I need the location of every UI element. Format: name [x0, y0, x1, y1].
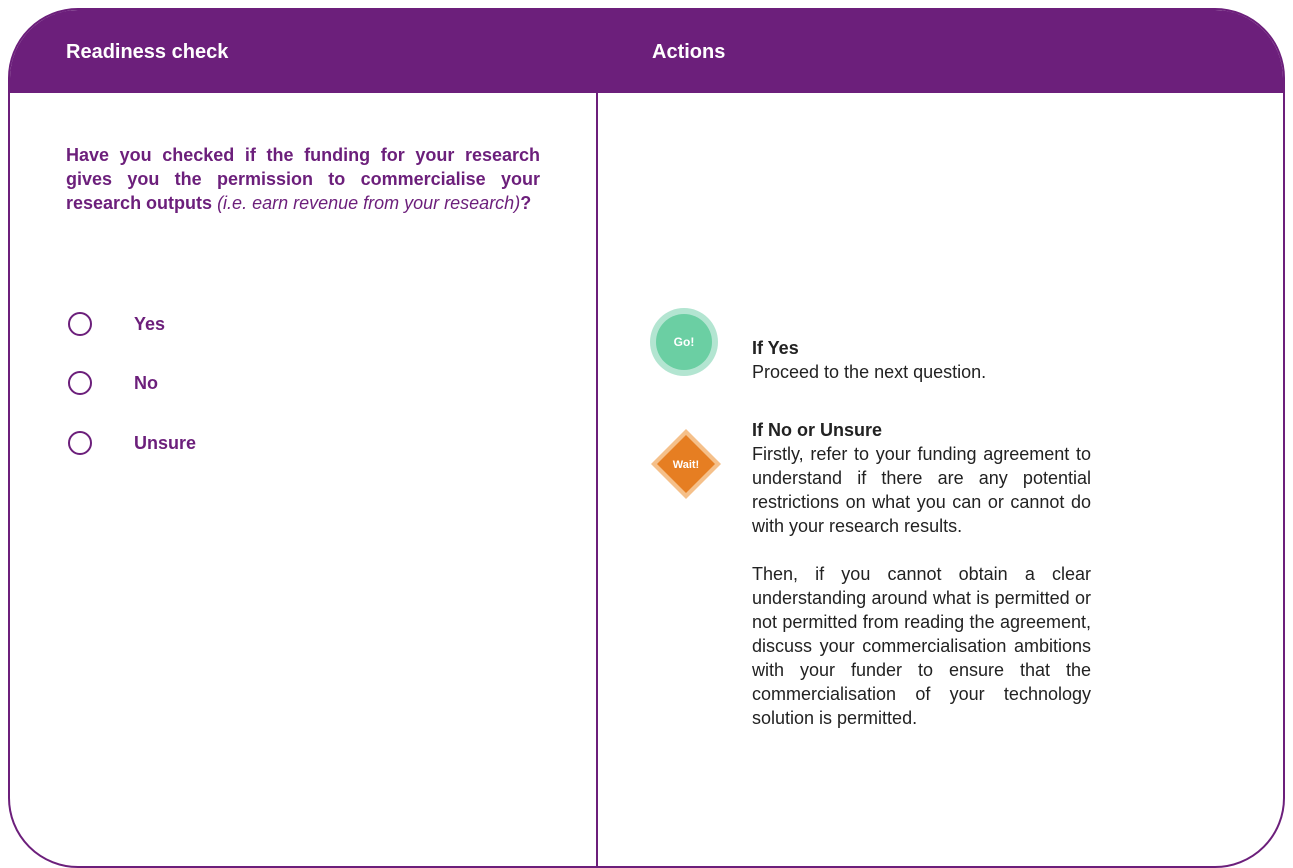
if-no-paragraph-2: Then, if you cannot obtain a clear under… [752, 564, 1091, 728]
if-no-body: Firstly, refer to your funding agreement… [752, 442, 1091, 730]
action-if-no-or-unsure: If No or Unsure Firstly, refer to your f… [752, 418, 1091, 730]
if-no-heading: If No or Unsure [752, 420, 883, 440]
go-badge-icon: Go! [650, 308, 718, 376]
wait-badge-icon: Wait! [651, 429, 721, 499]
question-mark: ? [520, 193, 532, 213]
go-badge-label: Go! [656, 314, 712, 370]
if-yes-body: Proceed to the next question. [752, 362, 987, 382]
column-divider [596, 93, 598, 866]
table-header: Readiness check Actions [10, 10, 1283, 93]
action-if-yes: If Yes Proceed to the next question. [752, 336, 1091, 384]
wait-badge-label: Wait! [673, 459, 699, 471]
if-yes-heading: If Yes [752, 338, 799, 358]
radio-yes[interactable] [68, 312, 92, 336]
readiness-check-heading: Readiness check [66, 41, 229, 63]
option-unsure[interactable]: Unsure [68, 431, 196, 455]
option-no-label: No [134, 373, 158, 393]
readiness-question: Have you checked if the funding for your… [66, 143, 540, 215]
radio-unsure[interactable] [68, 431, 92, 455]
option-yes-label: Yes [134, 314, 166, 334]
if-no-paragraph-1: Firstly, refer to your funding agreement… [752, 444, 1091, 536]
radio-no[interactable] [68, 371, 92, 395]
question-clarification: (i.e. earn revenue from your research) [217, 193, 521, 213]
readiness-card: Readiness check Actions Have you checked… [8, 8, 1285, 868]
option-yes[interactable]: Yes [68, 312, 165, 336]
actions-heading: Actions [652, 41, 726, 63]
option-no[interactable]: No [68, 371, 158, 395]
option-unsure-label: Unsure [134, 433, 197, 453]
